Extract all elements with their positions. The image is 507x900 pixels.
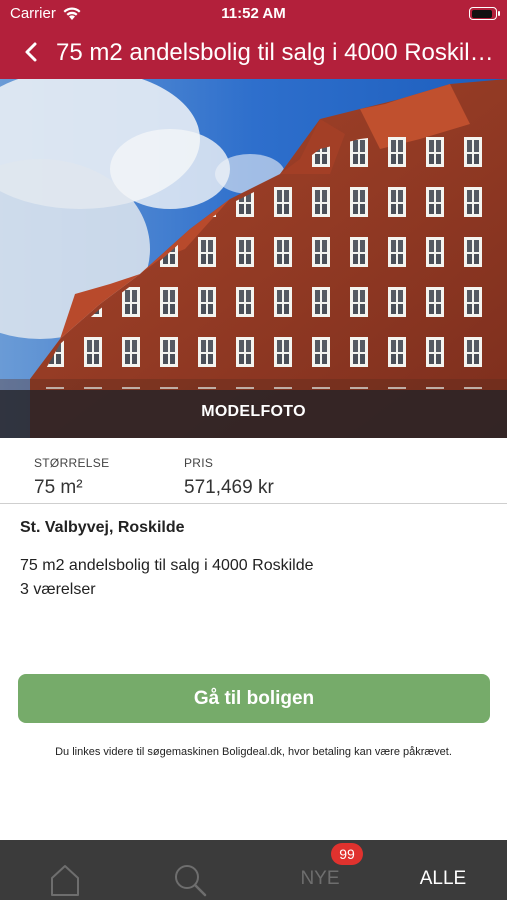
price-label: PRIS — [184, 456, 214, 470]
listing-description: 75 m2 andelsbolig til salg i 4000 Roskil… — [20, 557, 314, 574]
listing-photo — [0, 79, 507, 438]
building-photo-illustration — [0, 79, 507, 438]
listing-address: St. Valbyvej, Roskilde — [20, 519, 185, 536]
divider — [0, 503, 507, 504]
home-icon — [51, 865, 79, 896]
price-value: 571,469 kr — [184, 477, 274, 498]
back-button[interactable] — [18, 38, 46, 66]
search-icon — [175, 865, 207, 897]
status-bar: Carrier 11:52 AM — [0, 0, 507, 28]
disclaimer-text: Du linkes videre til søgemaskinen Boligd… — [55, 746, 452, 758]
page-title: 75 m2 andelsbolig til salg i 4000 Roskil… — [56, 39, 496, 66]
tab-home[interactable] — [30, 840, 100, 900]
size-value: 75 m² — [34, 477, 83, 498]
listing-rooms: 3 værelser — [20, 581, 96, 598]
size-label: STØRRELSE — [34, 456, 110, 470]
go-to-listing-button[interactable]: Gå til boligen — [18, 674, 490, 723]
new-count-badge: 99 — [331, 843, 363, 865]
tab-search[interactable] — [155, 840, 225, 900]
tab-bar: NYE ALLE — [0, 840, 507, 900]
clock: 11:52 AM — [221, 5, 286, 22]
battery-icon — [469, 7, 500, 20]
tab-all[interactable]: ALLE — [403, 840, 483, 900]
navigation-bar: Carrier 11:52 AM 75 m2 andelsbolig til s… — [0, 0, 507, 79]
chevron-left-icon — [25, 42, 37, 62]
model-photo-label: MODELFOTO — [201, 403, 306, 420]
tab-all-label: ALLE — [419, 868, 467, 889]
tab-new-label: NYE — [300, 868, 340, 889]
